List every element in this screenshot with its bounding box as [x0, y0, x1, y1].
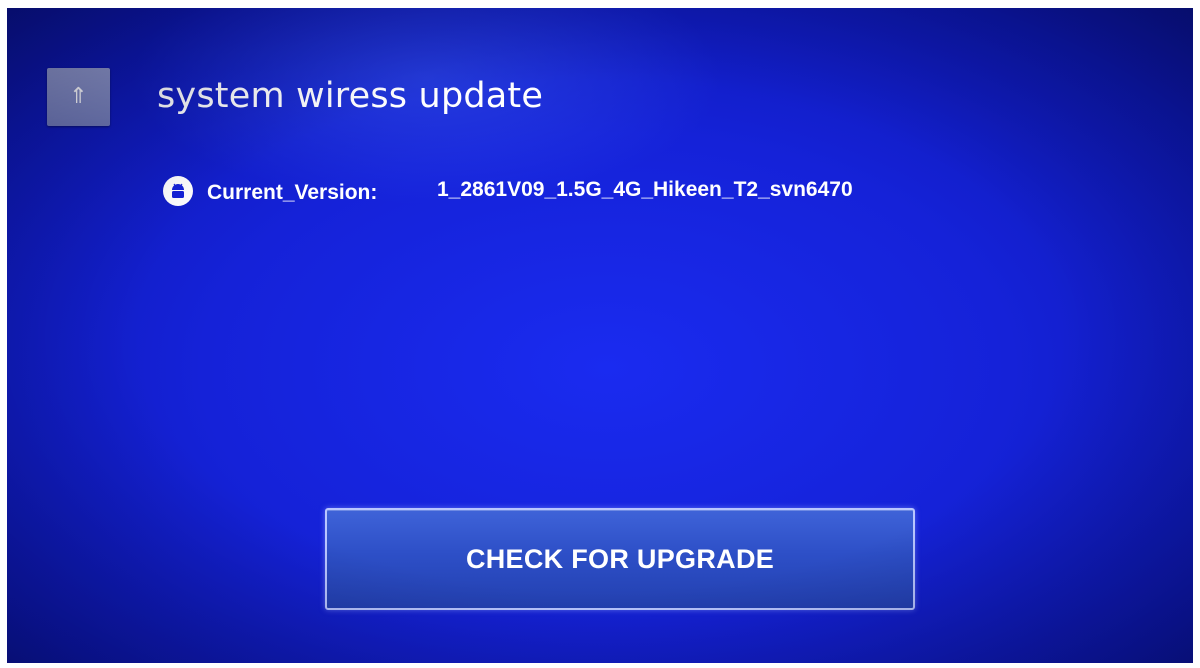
back-button[interactable]: ⇑: [47, 68, 110, 126]
check-for-upgrade-label: CHECK FOR UPGRADE: [465, 543, 775, 574]
page-title: system wiress update: [157, 76, 544, 116]
check-for-upgrade-button[interactable]: CHECK FOR UPGRADE: [325, 508, 915, 610]
version-value: 1_2861V09_1.5G_4G_Hikeen_T2_svn6470: [437, 178, 853, 201]
up-arrow-icon: ⇑: [69, 84, 88, 109]
android-icon: [163, 176, 193, 206]
version-label: Current_Version:: [207, 181, 378, 204]
update-screen: ⇑ system wiress update Current_Version: …: [7, 8, 1193, 663]
current-version-row: Current_Version: 1_2861V09_1.5G_4G_Hikee…: [163, 176, 853, 206]
